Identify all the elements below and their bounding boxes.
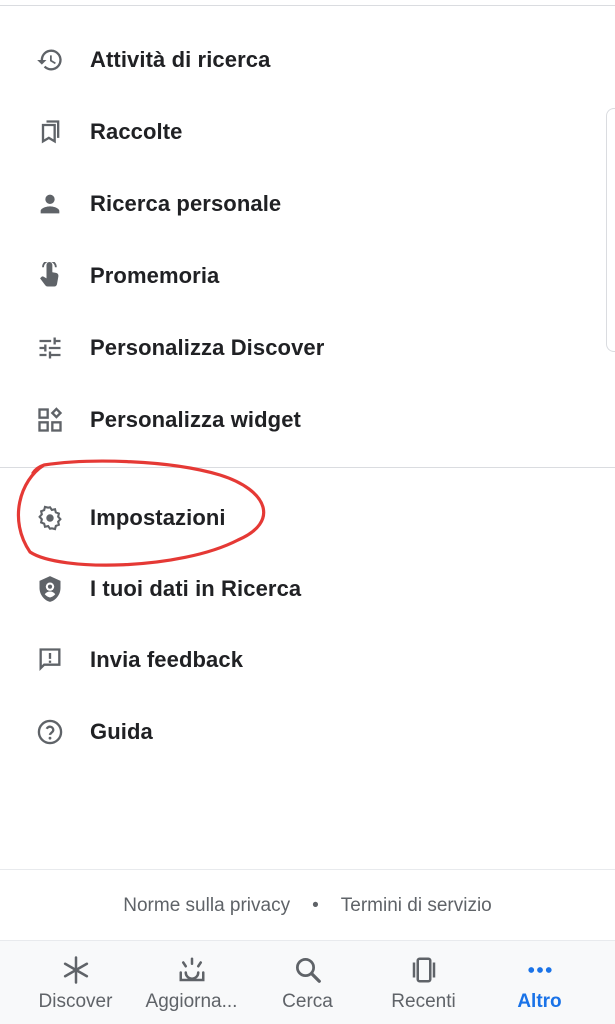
person-icon xyxy=(36,190,64,218)
help-icon xyxy=(36,718,64,746)
shield-person-icon xyxy=(36,575,64,603)
google-app-more-menu: Attività di ricerca Raccolte Ricerca per… xyxy=(0,0,615,1024)
menu-item-personal-search[interactable]: Ricerca personale xyxy=(0,174,600,234)
nav-item-recents[interactable]: Recenti xyxy=(362,941,485,1024)
feedback-icon xyxy=(36,646,64,674)
menu-item-label: Guida xyxy=(90,719,153,744)
history-icon xyxy=(36,46,64,74)
menu-item-label: Personalizza Discover xyxy=(90,335,325,360)
menu-item-label: Raccolte xyxy=(90,119,183,144)
nav-label: Altro xyxy=(517,991,562,1012)
nav-item-search[interactable]: Cerca xyxy=(246,941,369,1024)
privacy-policy-link[interactable]: Norme sulla privacy xyxy=(123,895,290,917)
nav-item-updates[interactable]: Aggiorna... xyxy=(130,941,253,1024)
tune-icon xyxy=(36,334,64,362)
section-divider xyxy=(0,467,615,468)
scroll-edge-panel xyxy=(606,108,615,352)
menu-item-reminders[interactable]: Promemoria xyxy=(0,246,600,306)
top-divider xyxy=(0,5,615,6)
menu-item-help[interactable]: Guida xyxy=(0,702,600,762)
menu-item-label: Attività di ricerca xyxy=(90,47,271,72)
footer-divider xyxy=(0,869,615,870)
more-dots-icon xyxy=(525,955,555,985)
nav-label: Cerca xyxy=(282,991,333,1012)
menu-item-label: Invia feedback xyxy=(90,647,244,672)
terms-of-service-link[interactable]: Termini di servizio xyxy=(341,895,492,917)
nav-item-more[interactable]: Altro xyxy=(478,941,601,1024)
menu-item-search-activity[interactable]: Attività di ricerca xyxy=(0,30,600,90)
footer-links: Norme sulla privacy • Termini di servizi… xyxy=(0,895,615,917)
nav-label: Discover xyxy=(38,991,113,1012)
search-icon xyxy=(293,955,323,985)
updates-icon xyxy=(177,955,207,985)
menu-item-settings[interactable]: Impostazioni xyxy=(0,488,600,548)
menu-item-your-data[interactable]: I tuoi dati in Ricerca xyxy=(0,559,600,619)
recents-icon xyxy=(409,955,439,985)
bookmarks-icon xyxy=(36,118,64,146)
gear-icon xyxy=(36,504,64,532)
touch-hand-icon xyxy=(36,262,64,290)
asterisk-icon xyxy=(61,955,91,985)
menu-item-label: Impostazioni xyxy=(90,505,226,530)
widgets-icon xyxy=(36,406,64,434)
menu-item-customize-widget[interactable]: Personalizza widget xyxy=(0,390,600,450)
menu-item-collections[interactable]: Raccolte xyxy=(0,102,600,162)
menu-item-label: Personalizza widget xyxy=(90,407,301,432)
menu-item-customize-discover[interactable]: Personalizza Discover xyxy=(0,318,600,378)
nav-label: Recenti xyxy=(391,991,456,1012)
menu-item-label: I tuoi dati in Ricerca xyxy=(90,576,302,601)
menu-item-send-feedback[interactable]: Invia feedback xyxy=(0,630,600,690)
nav-item-discover[interactable]: Discover xyxy=(14,941,137,1024)
menu-item-label: Promemoria xyxy=(90,263,220,288)
bottom-navigation: Discover Aggiorna... Cerca Recenti Altro xyxy=(0,940,615,1024)
nav-label: Aggiorna... xyxy=(145,991,238,1012)
menu-item-label: Ricerca personale xyxy=(90,191,282,216)
footer-separator: • xyxy=(312,895,319,916)
